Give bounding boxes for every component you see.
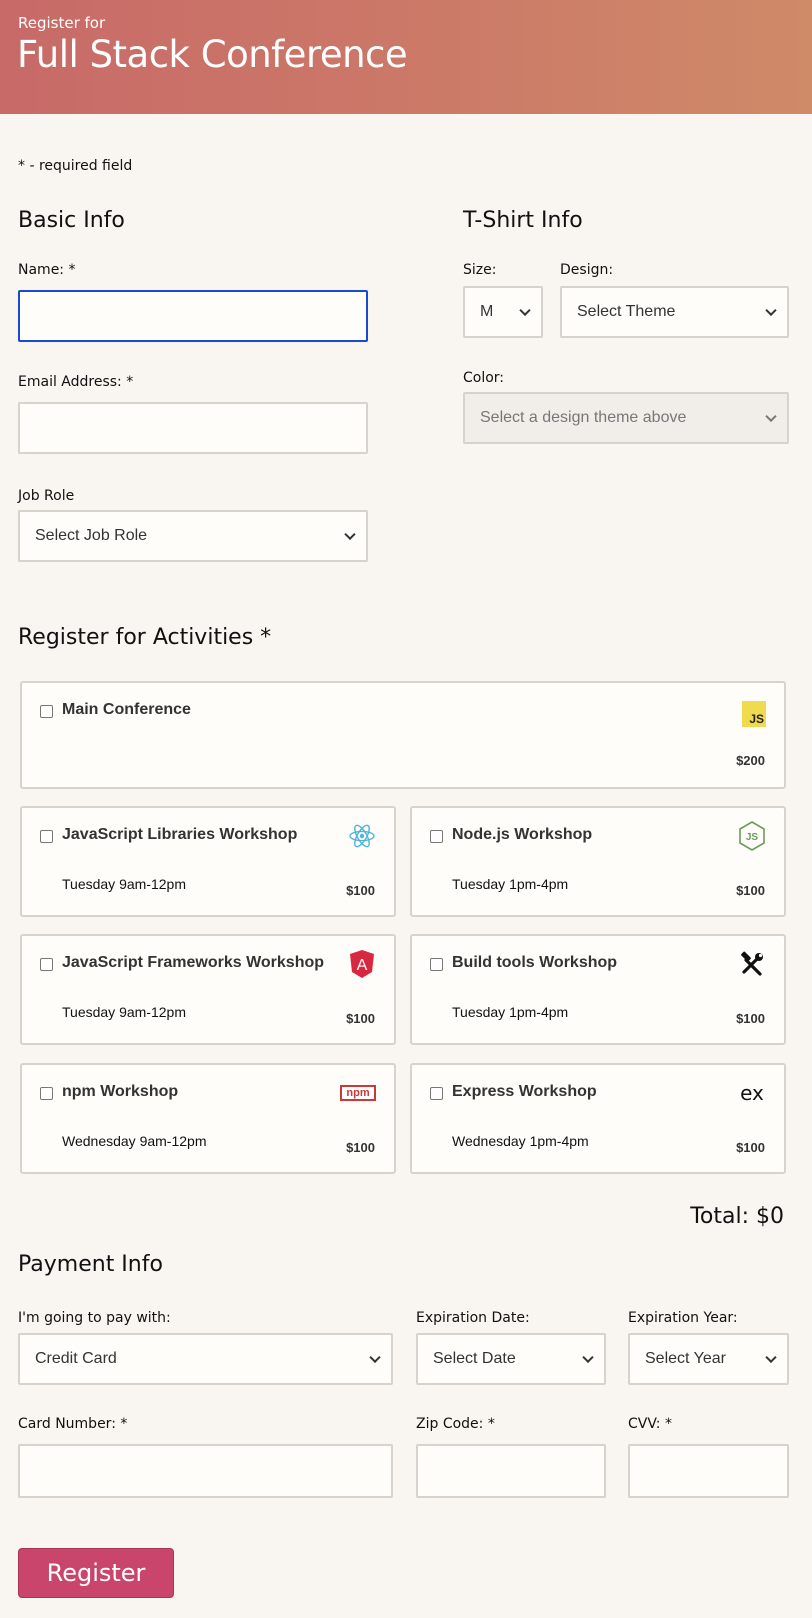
tshirt-heading: T-Shirt Info	[463, 208, 583, 233]
name-label: Name: *	[18, 262, 76, 278]
activity-checkbox[interactable]	[40, 1087, 53, 1100]
svg-text:JS: JS	[746, 832, 759, 843]
activity-js-frameworks[interactable]: JavaScript Frameworks Workshop A Tuesday…	[20, 934, 396, 1045]
activity-checkbox[interactable]	[40, 705, 53, 718]
size-label: Size:	[463, 262, 497, 278]
zip-code-input[interactable]	[416, 1444, 606, 1498]
color-label: Color:	[463, 370, 505, 386]
exp-year-value: Select Year	[645, 1350, 726, 1367]
activity-checkbox[interactable]	[430, 958, 443, 971]
activity-time: Tuesday 1pm-4pm	[452, 1004, 569, 1020]
chevron-down-icon	[582, 1351, 594, 1364]
npm-icon-text: npm	[346, 1087, 370, 1099]
activity-name: Main Conference	[62, 701, 191, 718]
card-number-input[interactable]	[18, 1444, 393, 1498]
header-pre-title: Register for	[18, 14, 106, 32]
activity-js-libraries[interactable]: JavaScript Libraries Workshop Tuesday 9a…	[20, 806, 396, 917]
size-select[interactable]: M	[463, 286, 543, 338]
color-select[interactable]: Select a design theme above	[463, 392, 789, 444]
job-role-label: Job Role	[18, 488, 75, 504]
activity-price: $100	[736, 1140, 765, 1155]
chevron-down-icon	[765, 304, 777, 317]
activity-price: $100	[346, 1140, 375, 1155]
activity-time: Tuesday 1pm-4pm	[452, 876, 569, 892]
email-label: Email Address: *	[18, 374, 134, 390]
zip-code-label: Zip Code: *	[416, 1416, 495, 1432]
js-icon-text: JS	[749, 712, 764, 726]
activity-nodejs[interactable]: Node.js Workshop JS Tuesday 1pm-4pm $100	[410, 806, 786, 917]
cvv-input[interactable]	[628, 1444, 789, 1498]
activity-price: $100	[736, 1011, 765, 1026]
activity-time: Wednesday 9am-12pm	[62, 1133, 207, 1149]
design-value: Select Theme	[577, 303, 676, 320]
size-value: M	[480, 303, 494, 320]
activity-checkbox[interactable]	[40, 958, 53, 971]
job-role-select[interactable]: Select Job Role	[18, 510, 368, 562]
activity-time: Wednesday 1pm-4pm	[452, 1133, 589, 1149]
activity-name: Express Workshop	[452, 1083, 597, 1100]
activity-checkbox[interactable]	[40, 830, 53, 843]
js-icon: JS	[742, 701, 766, 727]
activity-npm[interactable]: npm Workshop npm Wednesday 9am-12pm $100	[20, 1063, 396, 1174]
design-select[interactable]: Select Theme	[560, 286, 789, 338]
cvv-label: CVV: *	[628, 1416, 672, 1432]
activity-checkbox[interactable]	[430, 1087, 443, 1100]
payment-method-value: Credit Card	[35, 1350, 117, 1367]
design-label: Design:	[560, 262, 614, 278]
required-note: * - required field	[18, 158, 133, 174]
activity-build-tools[interactable]: Build tools Workshop Tuesday 1pm-4pm $10…	[410, 934, 786, 1045]
page-title: Full Stack Conference	[17, 33, 408, 76]
exp-year-select[interactable]: Select Year	[628, 1333, 789, 1385]
exp-date-label: Expiration Date:	[416, 1310, 530, 1326]
react-icon	[348, 822, 376, 850]
activity-name: Node.js Workshop	[452, 826, 593, 843]
card-number-label: Card Number: *	[18, 1416, 128, 1432]
nodejs-icon: JS	[738, 821, 766, 851]
chevron-down-icon	[765, 1351, 777, 1364]
exp-year-label: Expiration Year:	[628, 1310, 738, 1326]
activity-name: npm Workshop	[62, 1083, 179, 1100]
chevron-down-icon	[344, 528, 356, 541]
chevron-down-icon	[519, 304, 531, 317]
exp-date-value: Select Date	[433, 1350, 516, 1367]
job-role-value: Select Job Role	[35, 527, 148, 544]
register-button[interactable]: Register	[18, 1548, 174, 1598]
activity-main-conference[interactable]: Main Conference JS $200	[20, 681, 786, 789]
activity-time: Tuesday 9am-12pm	[62, 876, 186, 892]
activity-name: Build tools Workshop	[452, 954, 618, 971]
express-icon: ex	[738, 1079, 766, 1107]
angular-icon: A	[348, 950, 376, 978]
email-input[interactable]	[18, 402, 368, 454]
chevron-down-icon	[369, 1351, 381, 1364]
chevron-down-icon	[765, 410, 777, 423]
page-header: Register for Full Stack Conference	[0, 0, 812, 114]
activity-price: $100	[736, 883, 765, 898]
tools-icon	[738, 950, 766, 978]
activity-express[interactable]: Express Workshop ex Wednesday 1pm-4pm $1…	[410, 1063, 786, 1174]
payment-method-select[interactable]: Credit Card	[18, 1333, 393, 1385]
name-input[interactable]	[18, 290, 368, 342]
activity-name: JavaScript Frameworks Workshop	[62, 954, 325, 971]
payment-heading: Payment Info	[18, 1252, 163, 1277]
basic-info-heading: Basic Info	[18, 208, 125, 233]
payment-method-label: I'm going to pay with:	[18, 1310, 171, 1326]
activities-heading: Register for Activities *	[18, 625, 272, 650]
activity-price: $100	[346, 1011, 375, 1026]
angular-icon-text: A	[357, 957, 368, 974]
activity-name: JavaScript Libraries Workshop	[62, 826, 298, 843]
activity-time: Tuesday 9am-12pm	[62, 1004, 186, 1020]
exp-date-select[interactable]: Select Date	[416, 1333, 606, 1385]
activity-price: $200	[736, 753, 765, 768]
color-value: Select a design theme above	[480, 409, 687, 426]
activity-price: $100	[346, 883, 375, 898]
npm-icon: npm	[340, 1085, 376, 1101]
express-icon-text: ex	[740, 1081, 764, 1105]
activities-total: Total: $0	[690, 1204, 784, 1229]
activity-checkbox[interactable]	[430, 830, 443, 843]
